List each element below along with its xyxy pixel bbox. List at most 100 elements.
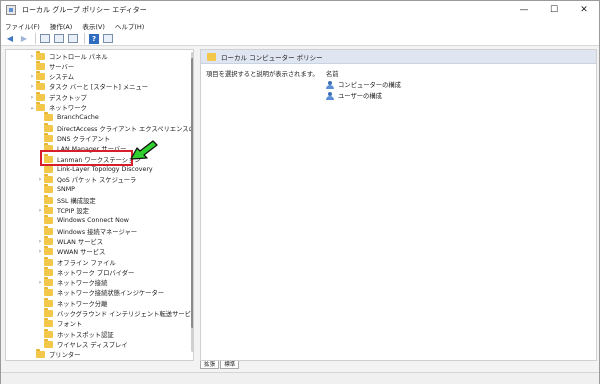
tree-item-label: ネットワーク接続状態インジケーター (57, 290, 165, 298)
list-item-user-config[interactable]: ユーザーの構成 (326, 91, 382, 100)
expand-chevron-icon[interactable]: › (36, 176, 44, 183)
tree-item[interactable]: › WWAN サービス (36, 246, 105, 257)
tree-item[interactable]: › コントロール パネル (28, 50, 108, 61)
tree-item[interactable]: Windows Connect Now (36, 215, 129, 226)
tree-item[interactable]: オフライン ファイル (36, 256, 116, 267)
tree-item-label: タスク バーと [スタート] メニュー (49, 84, 149, 92)
tree-item[interactable]: SSL 構成設定 (36, 194, 96, 205)
tree-item[interactable]: Windows 接続マネージャー (36, 225, 138, 236)
arrow-left-icon[interactable]: ◀ (4, 33, 16, 45)
window-title: ローカル グループ ポリシー エディター (22, 6, 147, 14)
tree-item-label: システム (49, 74, 74, 82)
tree-item-label: ネットワーク分離 (57, 300, 108, 308)
show-hide-tree-button[interactable] (39, 33, 51, 45)
tree-item-label: Windows Connect Now (57, 217, 129, 225)
tree-item[interactable]: ホットスポット認証 (36, 328, 114, 339)
tree-item-label: SNMP (57, 186, 75, 194)
folder-icon (44, 277, 53, 287)
tree-item[interactable]: バックグラウンド インテリジェント転送サービス (BITS) (36, 308, 194, 319)
export-list-button[interactable] (67, 33, 79, 45)
expand-chevron-icon[interactable]: ⌄ (28, 104, 36, 111)
tree-item-label: サーバー (49, 63, 75, 71)
title-bar: ローカル グループ ポリシー エディター — ☐ ✕ (1, 1, 599, 19)
tree-item-label: プリンター (49, 352, 81, 360)
tree-item[interactable]: SNMP (36, 184, 75, 195)
tree-item-label: DNS クライアント (57, 135, 111, 143)
folder-icon (36, 50, 45, 60)
list-item-computer-config[interactable]: コンピューターの構成 (326, 80, 401, 89)
tree-item[interactable]: ワイヤレス ディスプレイ (36, 338, 128, 349)
folder-icon (44, 174, 53, 184)
folder-icon (44, 215, 53, 225)
expand-chevron-icon[interactable]: › (36, 279, 44, 286)
arrow-annotation (130, 140, 158, 160)
folder-icon (44, 287, 53, 297)
folder-icon (44, 266, 53, 276)
tree-item[interactable]: DirectAccess クライアント エクスペリエンスの設定 (36, 122, 193, 133)
arrow-right-icon[interactable]: ▶ (18, 33, 30, 45)
tree-item-label: WLAN サービス (57, 238, 104, 246)
folder-icon (36, 91, 45, 101)
console-tree: › コントロール パネルサーバー › システム › タスク バーと [スタート] メニュー… (5, 49, 194, 361)
status-bar (1, 372, 599, 384)
tree-item[interactable]: › システム (28, 71, 74, 82)
tree-item[interactable]: サーバー (28, 60, 75, 71)
tab-standard[interactable]: 標準 (220, 361, 240, 369)
expand-chevron-icon[interactable]: › (36, 248, 44, 255)
tree-item-label: ネットワーク (49, 105, 87, 112)
expand-chevron-icon[interactable]: › (36, 238, 44, 245)
tree-item[interactable]: プリンター (28, 349, 81, 360)
folder-icon (44, 205, 53, 214)
tree-item-label: デスクトップ (49, 94, 87, 102)
details-header: ローカル コンピューター ポリシー (201, 50, 596, 64)
menu-view[interactable]: 表示(V) (82, 21, 105, 31)
tree-item[interactable]: › TCPIP 設定 (36, 205, 89, 216)
tree-item[interactable]: › デスクトップ (28, 91, 87, 102)
expand-chevron-icon[interactable]: › (28, 94, 36, 101)
tree-item[interactable]: ネットワーク接続状態インジケーター (36, 287, 165, 298)
menu-help[interactable]: ヘルプ(H) (115, 21, 144, 31)
menu-action[interactable]: 操作(A) (50, 21, 73, 31)
view-tabs: 拡張 標準 (200, 361, 240, 370)
tree-item[interactable]: › ネットワーク接続 (36, 277, 107, 288)
minimize-button[interactable]: — (509, 1, 539, 19)
expand-chevron-icon[interactable]: › (28, 83, 36, 90)
expand-chevron-icon[interactable]: › (36, 207, 44, 214)
folder-icon (44, 318, 53, 328)
folder-icon (36, 60, 45, 70)
tree-item-label: BranchCache (57, 114, 99, 122)
folder-icon (44, 338, 53, 348)
export-icon (68, 34, 78, 43)
tree-item-label: Windows 接続マネージャー (57, 228, 138, 236)
tree-scrollbar-thumb[interactable] (191, 58, 193, 328)
tree-item[interactable]: ⌄ ネットワーク (28, 102, 87, 113)
tree-item-label: SSL 構成設定 (57, 197, 96, 205)
tree-item[interactable]: ネットワーク分離 (36, 297, 108, 308)
close-button[interactable]: ✕ (569, 1, 599, 19)
tree-item-label: バックグラウンド インテリジェント転送サービス (BITS) (57, 311, 194, 318)
details-pane: ローカル コンピューター ポリシー 項目を選択すると説明が表示されます。 名前 … (200, 49, 597, 361)
expand-chevron-icon[interactable]: › (28, 73, 36, 80)
tree-item[interactable]: BranchCache (36, 112, 99, 123)
tree-item[interactable]: › WLAN サービス (36, 235, 104, 246)
toolbar-separator (35, 33, 36, 44)
tree-item[interactable]: › QoS パケット スケジューラ (36, 174, 136, 185)
tree-item[interactable]: ネットワーク プロバイダー (36, 266, 134, 277)
tab-extended[interactable]: 拡張 (200, 361, 220, 369)
expand-chevron-icon[interactable]: › (28, 53, 36, 60)
column-header-name[interactable]: 名前 (326, 69, 339, 78)
maximize-button[interactable]: ☐ (539, 1, 569, 19)
tree-item[interactable]: › タスク バーと [スタート] メニュー (28, 81, 149, 92)
tree-item-label: ワイヤレス ディスプレイ (57, 341, 128, 349)
tree-item-label: Link-Layer Topology Discovery (57, 165, 153, 173)
folder-icon (36, 349, 45, 359)
list-view-button[interactable] (53, 33, 65, 45)
properties-button[interactable] (102, 33, 114, 45)
folder-icon (44, 132, 53, 142)
window-controls: — ☐ ✕ (509, 1, 599, 19)
folder-icon (36, 102, 45, 111)
tree-item[interactable]: DNS クライアント (36, 132, 111, 143)
tree-item[interactable]: フォント (36, 318, 82, 329)
menu-file[interactable]: ファイル(F) (5, 21, 40, 31)
help-button[interactable]: ? (88, 33, 100, 45)
